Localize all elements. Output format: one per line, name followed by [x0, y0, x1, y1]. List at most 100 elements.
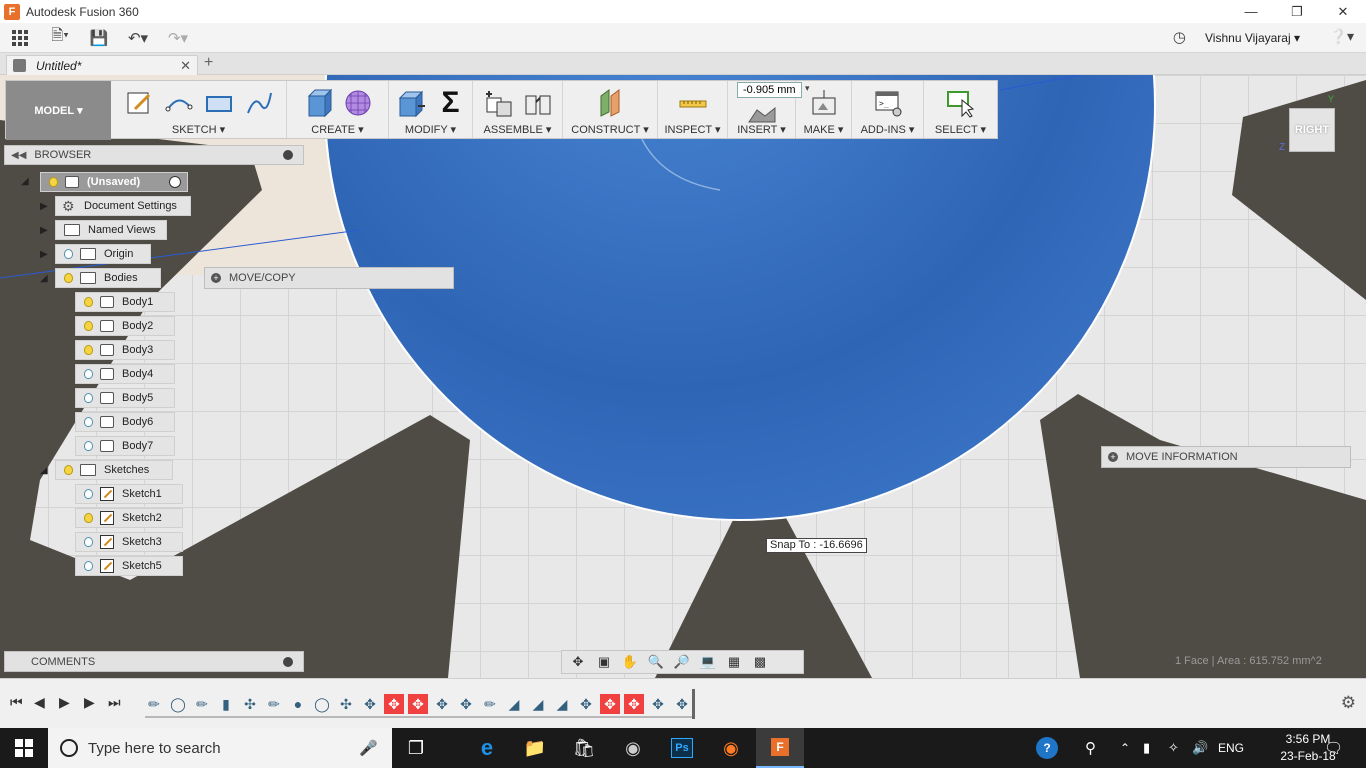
- modify-group[interactable]: Σ MODIFY ▾: [389, 81, 473, 138]
- modify-menu-label[interactable]: MODIFY: [405, 124, 448, 136]
- visibility-bulb-icon[interactable]: [82, 487, 94, 501]
- workspace-switcher[interactable]: MODEL ▾: [6, 81, 111, 140]
- step-back-icon[interactable]: ◀: [34, 694, 45, 711]
- help-icon[interactable]: ❔▾: [1330, 28, 1354, 45]
- new-component-icon[interactable]: [482, 87, 514, 119]
- timeline-move-icon[interactable]: ✥: [624, 694, 644, 714]
- maximize-button[interactable]: ❐: [1274, 0, 1320, 23]
- browser-panel-header[interactable]: ◀◀ BROWSER: [4, 145, 304, 165]
- visibility-bulb-icon[interactable]: [82, 343, 94, 357]
- close-window-button[interactable]: ✕: [1320, 0, 1366, 23]
- timeline-extrude-icon[interactable]: ▮: [216, 694, 236, 714]
- construct-group[interactable]: CONSTRUCT ▾: [563, 81, 658, 138]
- visibility-bulb-icon[interactable]: [47, 175, 59, 189]
- visibility-bulb-icon[interactable]: [62, 247, 74, 261]
- zoom-icon[interactable]: 🔍: [646, 653, 666, 671]
- visibility-bulb-icon[interactable]: [82, 511, 94, 525]
- browser-bodies[interactable]: Bodies: [55, 268, 161, 288]
- browser-named-views[interactable]: Named Views: [55, 220, 167, 240]
- timeline-move-icon[interactable]: ✥: [648, 694, 668, 714]
- language-indicator[interactable]: ENG: [1218, 728, 1244, 768]
- browser-sketch-item[interactable]: Sketch2: [75, 508, 183, 528]
- visibility-bulb-icon[interactable]: [82, 295, 94, 309]
- volume-icon[interactable]: 🔊: [1192, 728, 1208, 768]
- photoshop-icon[interactable]: Ps: [658, 728, 706, 768]
- play-icon[interactable]: ▶: [59, 694, 70, 711]
- wifi-icon[interactable]: ✧: [1168, 728, 1179, 768]
- user-account-menu[interactable]: Vishnu Vijayaraj ▾: [1205, 31, 1300, 45]
- timeline-pattern-icon[interactable]: ✣: [336, 694, 356, 714]
- visibility-bulb-icon[interactable]: [82, 367, 94, 381]
- fit-zoom-icon[interactable]: 🔎: [672, 653, 692, 671]
- activate-radio-icon[interactable]: [169, 176, 181, 188]
- close-tab-icon[interactable]: ✕: [180, 58, 191, 74]
- distance-dropdown-icon[interactable]: ▾: [805, 83, 810, 94]
- expand-origin-icon[interactable]: ▶: [40, 249, 52, 261]
- browser-body-item[interactable]: Body3: [75, 340, 175, 360]
- store-icon[interactable]: 🛍: [560, 728, 608, 768]
- model-geometry[interactable]: [0, 75, 1366, 678]
- go-to-start-icon[interactable]: ⏮: [10, 694, 23, 711]
- show-hidden-icons-chevron-icon[interactable]: ⌃: [1120, 728, 1130, 768]
- data-panel-grid-icon[interactable]: [0, 23, 40, 53]
- move-distance-input[interactable]: [737, 82, 802, 98]
- help-tray-icon[interactable]: ?: [1036, 728, 1058, 768]
- make-menu-label[interactable]: MAKE: [804, 124, 835, 136]
- viewports-icon[interactable]: ▩: [750, 653, 770, 671]
- visibility-bulb-icon[interactable]: [82, 319, 94, 333]
- timeline-split-icon[interactable]: ◢: [528, 694, 548, 714]
- select-menu-label[interactable]: SELECT: [935, 124, 978, 136]
- canvas-viewport[interactable]: [0, 75, 1366, 678]
- expand-named-views-icon[interactable]: ▶: [40, 225, 52, 237]
- extrude-icon[interactable]: [302, 87, 334, 119]
- collapse-browser-icon[interactable]: ◀◀: [11, 150, 26, 161]
- document-tab[interactable]: Untitled* ✕: [6, 55, 198, 75]
- browser-body-item[interactable]: Body7: [75, 436, 175, 456]
- joint-icon[interactable]: [522, 87, 554, 119]
- grid-settings-icon[interactable]: ▦: [724, 653, 744, 671]
- timeline-settings-gear-icon[interactable]: ⚙: [1341, 693, 1356, 713]
- construct-menu-label[interactable]: CONSTRUCT: [571, 124, 640, 136]
- expand-root-icon[interactable]: ◢: [21, 176, 33, 188]
- orbit-icon[interactable]: ✥: [568, 653, 588, 671]
- display-settings-icon[interactable]: 💻: [698, 653, 718, 671]
- file-explorer-icon[interactable]: 📁: [511, 728, 559, 768]
- visibility-bulb-icon[interactable]: [82, 559, 94, 573]
- microphone-icon[interactable]: 🎤: [359, 739, 378, 757]
- browser-root-node[interactable]: (Unsaved): [40, 172, 188, 192]
- save-icon[interactable]: 💾: [80, 23, 118, 53]
- timeline-sketch-icon[interactable]: ✏: [480, 694, 500, 714]
- visibility-bulb-icon[interactable]: [82, 391, 94, 405]
- move-information-panel[interactable]: + MOVE INFORMATION: [1101, 446, 1351, 468]
- form-icon[interactable]: [342, 87, 374, 119]
- expand-sketches-icon[interactable]: ◢: [40, 465, 52, 477]
- browser-origin[interactable]: Origin: [55, 244, 151, 264]
- pan-hand-icon[interactable]: ✋: [620, 653, 640, 671]
- timeline-move-icon[interactable]: ✥: [384, 694, 404, 714]
- camera-app-icon[interactable]: ◉: [609, 728, 657, 768]
- visibility-bulb-icon[interactable]: [82, 415, 94, 429]
- timeline-split-icon[interactable]: ◢: [552, 694, 572, 714]
- timeline-move-icon[interactable]: ✥: [432, 694, 452, 714]
- timeline-marker[interactable]: [692, 689, 695, 719]
- gear-tooth-right[interactable]: [1040, 394, 1366, 678]
- scripts-addins-icon[interactable]: >_: [872, 87, 904, 119]
- add-comment-icon[interactable]: [283, 657, 293, 667]
- view-cube[interactable]: RIGHT: [1289, 108, 1335, 152]
- timeline-sketch-icon[interactable]: ✏: [192, 694, 212, 714]
- undo-icon[interactable]: ↶▾: [118, 23, 158, 53]
- sketch-group[interactable]: SKETCH ▾: [111, 81, 287, 138]
- edge-browser-icon[interactable]: e: [463, 728, 511, 768]
- visibility-bulb-icon[interactable]: [82, 535, 94, 549]
- offset-plane-icon[interactable]: [594, 87, 626, 119]
- browser-document-settings[interactable]: ⚙ Document Settings: [55, 196, 191, 216]
- minimize-button[interactable]: —: [1228, 0, 1274, 23]
- select-group[interactable]: SELECT ▾: [924, 81, 997, 138]
- visibility-bulb-icon[interactable]: [62, 271, 74, 285]
- browser-body-item[interactable]: Body4: [75, 364, 175, 384]
- add-ins-menu-label[interactable]: ADD-INS: [861, 124, 906, 136]
- job-status-clock-icon[interactable]: ◷: [1173, 28, 1186, 46]
- create-sketch-icon[interactable]: [123, 87, 155, 119]
- timeline-move-icon[interactable]: ✥: [672, 694, 692, 714]
- add-ins-group[interactable]: >_ ADD-INS ▾: [852, 81, 924, 138]
